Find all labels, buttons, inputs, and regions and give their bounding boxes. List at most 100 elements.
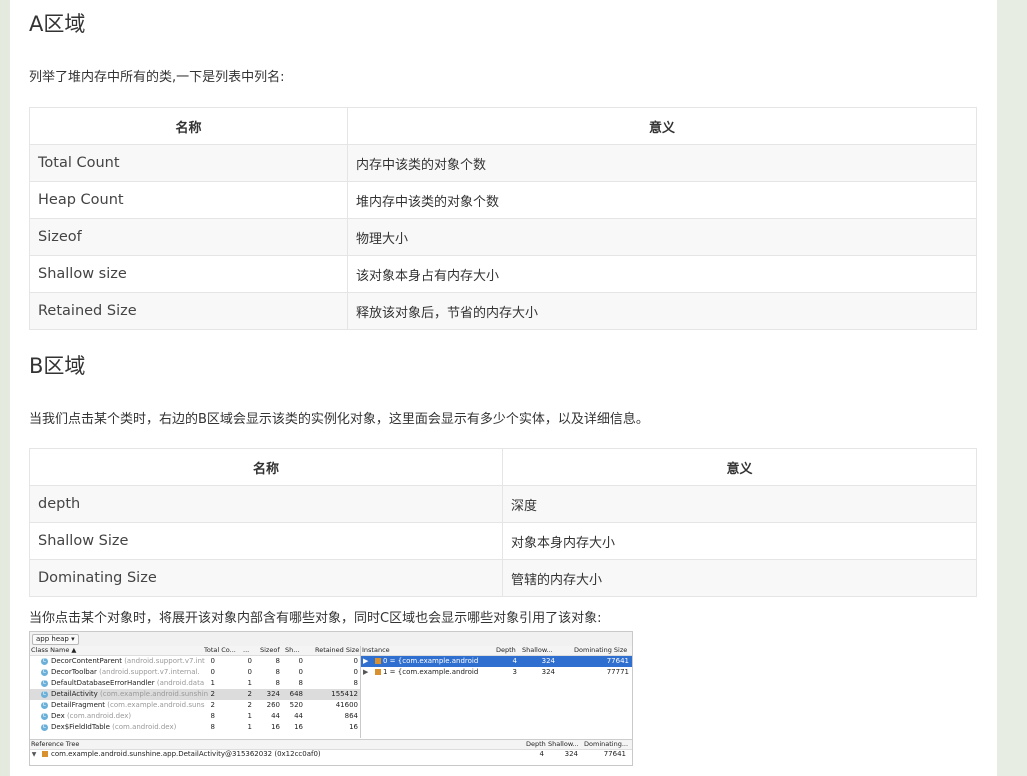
class-heap: 2 [247, 701, 252, 709]
instance-shallow: 324 [541, 668, 555, 676]
class-label: Dex$FieldIdTable (com.android.dex) [51, 722, 176, 733]
class-sizeof: 16 [271, 723, 280, 731]
class-sizeof: 8 [275, 657, 280, 665]
row-name: depth [29, 485, 503, 523]
section-a-intro: 列举了堆内存中所有的类,一下是列表中列名: [29, 70, 285, 85]
expand-arrow-icon[interactable]: ▶ [363, 656, 368, 667]
row-name: Total Count [29, 144, 348, 182]
class-package: (android.support.v7.internal. [99, 668, 200, 676]
class-retained: 864 [344, 712, 358, 720]
expand-arrow-icon[interactable]: ▶ [363, 667, 368, 678]
heap-viewer-screenshot: app heap ▾ Class Name ▲ Total Co... ... … [29, 631, 633, 766]
class-row[interactable]: C DetailFragment (com.example.android.sun… [30, 700, 360, 711]
section-a-title: A区域 [29, 12, 86, 36]
row-name: Shallow size [29, 255, 348, 293]
heap-count-header[interactable]: ... [243, 646, 249, 655]
class-label: DetailFragment (com.example.android.suns [51, 700, 205, 711]
class-icon: C [41, 669, 48, 676]
heap-toolbar: app heap ▾ [30, 632, 632, 647]
class-retained: 0 [353, 657, 358, 665]
class-row[interactable]: C Dex$FieldIdTable (com.android.dex) 8 1 16 1… [30, 722, 360, 733]
class-shallow: 16 [294, 723, 303, 731]
section-a-table: 名称 意义 Total Count 内存中该类的对象个数 Heap Count … [29, 107, 977, 330]
sizeof-header[interactable]: Sizeof [260, 646, 280, 655]
field-icon [375, 669, 381, 675]
ref-depth-header[interactable]: Depth [526, 740, 546, 749]
class-total: 0 [210, 668, 215, 676]
class-total: 8 [210, 723, 215, 731]
table-row: Retained Size 释放该对象后，节省的内存大小 [29, 292, 977, 330]
col-header-meaning: 意义 [347, 107, 977, 145]
class-shallow: 44 [294, 712, 303, 720]
class-row[interactable]: C DecorToolbar (android.support.v7.intern… [30, 667, 360, 678]
retained-header[interactable]: Retained Size [315, 646, 359, 655]
class-total: 0 [210, 657, 215, 665]
class-name: DetailActivity [51, 690, 98, 698]
class-heap: 1 [247, 679, 252, 687]
row-name: Heap Count [29, 181, 348, 219]
class-total: 2 [210, 690, 215, 698]
class-package: (com.android.dex) [112, 723, 177, 731]
ref-shallow-header[interactable]: Shallow... [548, 740, 579, 749]
collapse-arrow-icon[interactable]: ▼ [31, 749, 37, 760]
row-meaning: 物理大小 [347, 218, 977, 256]
reference-tree-title: Reference Tree [31, 740, 80, 748]
class-icon: C [41, 702, 48, 709]
class-label: DetailActivity (com.example.android.suns… [51, 689, 208, 700]
class-retained: 8 [353, 679, 358, 687]
dominating-header[interactable]: Dominating Size [574, 646, 627, 655]
reference-tree-row[interactable]: ▼ com.example.android.sunshine.app.Detai… [30, 749, 632, 760]
shallow-header[interactable]: Sh... [285, 646, 299, 655]
row-meaning: 释放该对象后，节省的内存大小 [347, 292, 977, 330]
class-total: 8 [210, 712, 215, 720]
instance-row[interactable]: ▶ 1 = {com.example.android 3 324 77771 [361, 667, 632, 678]
class-row[interactable]: C DefaultDatabaseErrorHandler (android.da… [30, 678, 360, 689]
instance-shallow-header[interactable]: Shallow... [522, 646, 553, 655]
class-sizeof: 8 [275, 679, 280, 687]
instance-header[interactable]: Instance [362, 646, 390, 655]
row-meaning: 堆内存中该类的对象个数 [347, 181, 977, 219]
field-icon [375, 658, 381, 664]
class-icon: C [41, 713, 48, 720]
class-package: (android.data [156, 679, 205, 687]
class-package: (com.android.dex) [66, 712, 132, 720]
section-b-intro: 当我们点击某个类时，右边的B区域会显示该类的实例化对象，这里面会显示有多少个实体… [29, 412, 649, 427]
class-icon: C [41, 658, 48, 665]
instance-dominating: 77771 [606, 668, 629, 676]
section-b-table: 名称 意义 depth 深度 Shallow Size 对象本身内存大小 Dom… [29, 448, 977, 597]
class-shallow: 520 [289, 701, 303, 709]
class-name-header[interactable]: Class Name ▲ [31, 646, 76, 655]
ref-dominating-header[interactable]: Dominating... [584, 740, 628, 749]
total-count-header[interactable]: Total Co... [204, 646, 236, 655]
row-meaning: 深度 [502, 485, 977, 523]
class-name: DetailFragment [51, 701, 106, 709]
class-label: Dex (com.android.dex) [51, 711, 131, 722]
class-retained: 16 [349, 723, 358, 731]
class-heap: 2 [247, 690, 252, 698]
heap-selector[interactable]: app heap ▾ [32, 634, 79, 645]
class-name: DefaultDatabaseErrorHandler [51, 679, 155, 687]
instance-shallow: 324 [541, 657, 555, 665]
class-retained: 41600 [335, 701, 358, 709]
class-icon: C [41, 691, 48, 698]
depth-header[interactable]: Depth [496, 646, 516, 655]
table-row: Sizeof 物理大小 [29, 218, 977, 256]
class-package: (android.support.v7.int [124, 657, 205, 665]
class-retained: 0 [353, 668, 358, 676]
class-row[interactable]: C DecorContentParent (android.support.v7.… [30, 656, 360, 667]
class-total: 2 [210, 701, 215, 709]
row-name: Shallow Size [29, 522, 503, 560]
table-row: depth 深度 [29, 485, 977, 523]
class-retained: 155412 [331, 690, 358, 698]
instance-dominating: 77641 [606, 657, 629, 665]
class-label: DecorToolbar (android.support.v7.interna… [51, 667, 200, 678]
left-gutter [0, 0, 10, 776]
row-name: Sizeof [29, 218, 348, 256]
instance-row[interactable]: ▶ 0 = {com.example.android 4 324 77641 [361, 656, 632, 667]
reference-dominating: 77641 [603, 750, 626, 758]
class-shallow: 0 [298, 657, 303, 665]
col-header-meaning: 意义 [502, 448, 977, 486]
class-row[interactable]: C DetailActivity (com.example.android.sun… [30, 689, 360, 700]
class-row[interactable]: C Dex (com.android.dex) 8 1 44 44 864 [30, 711, 360, 722]
row-name: Retained Size [29, 292, 348, 330]
